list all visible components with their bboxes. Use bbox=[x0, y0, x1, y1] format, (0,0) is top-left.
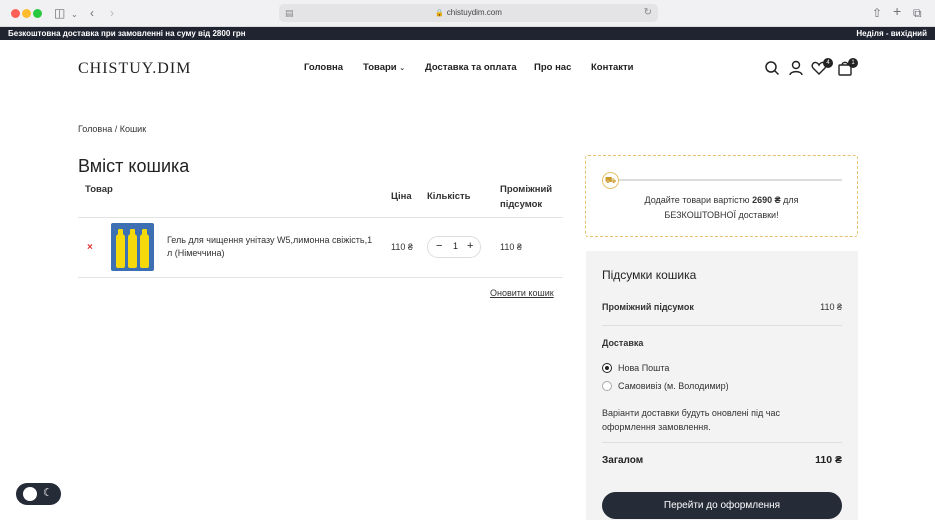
column-header-subtotal-line1: Проміжний bbox=[500, 184, 553, 195]
quantity-stepper[interactable]: − 1 + bbox=[427, 236, 481, 258]
promo-text: Безкоштовна доставка при замовленні на с… bbox=[8, 29, 246, 38]
announcement-bar: Безкоштовна доставка при замовленні на с… bbox=[0, 27, 935, 40]
update-cart-button[interactable]: Оновити кошик bbox=[490, 288, 554, 298]
column-header-product: Товар bbox=[85, 184, 113, 195]
option-label-pickup[interactable]: Самовивіз (м. Володимир) bbox=[618, 381, 729, 391]
bottle-shape bbox=[128, 229, 137, 268]
free-shipping-notice: ⛟ Додайте товари вартістю 2690 ₴ для БЕЗ… bbox=[585, 155, 858, 237]
schedule-text: Неділя - вихідний bbox=[856, 29, 927, 38]
item-subtotal: 110 ₴ bbox=[500, 242, 522, 252]
sidebar-icon[interactable]: ◫ bbox=[54, 5, 65, 21]
decrease-quantity-button[interactable]: − bbox=[436, 240, 442, 252]
nav-products[interactable]: Товари ⌄ bbox=[363, 62, 405, 73]
tabs-overview-icon[interactable]: ⧉ bbox=[913, 5, 922, 21]
wishlist-count-badge: 4 bbox=[823, 58, 833, 68]
breadcrumb: Головна / Кошик bbox=[78, 124, 147, 134]
free-shipping-progress-bar bbox=[608, 179, 842, 181]
dark-mode-toggle[interactable]: ☾ bbox=[16, 483, 61, 505]
bottle-shape bbox=[116, 229, 125, 268]
reload-icon[interactable]: ↻ bbox=[644, 4, 652, 22]
address-bar[interactable]: ▤ 🔒 chistuydim.com ↻ bbox=[279, 4, 658, 22]
zoom-window-button[interactable] bbox=[33, 9, 42, 18]
new-tab-icon[interactable]: + bbox=[893, 3, 901, 19]
shipping-line2: БЕЗКОШТОВНОЇ доставки! bbox=[664, 210, 779, 220]
shipping-amount: 2690 ₴ bbox=[752, 195, 781, 205]
option-label-nova-poshta[interactable]: Нова Пошта bbox=[618, 363, 669, 373]
remove-item-button[interactable]: × bbox=[87, 242, 93, 253]
totals-title: Підсумки кошика bbox=[602, 268, 697, 282]
toggle-knob bbox=[23, 487, 37, 501]
column-header-subtotal-line2: підсумок bbox=[500, 199, 543, 210]
free-shipping-text: Додайте товари вартістю 2690 ₴ для БЕЗКО… bbox=[586, 193, 857, 223]
close-window-button[interactable] bbox=[11, 9, 20, 18]
shipping-line1-prefix: Додайте товари вартістю bbox=[644, 195, 750, 205]
browser-toolbar: ◫ ⌄ ‹ › ▤ 🔒 chistuydim.com ↻ ⇧ + ⧉ bbox=[0, 0, 935, 27]
chevron-down-icon[interactable]: ⌄ bbox=[71, 7, 78, 23]
divider bbox=[602, 442, 842, 443]
page-icon: ▤ bbox=[285, 8, 294, 18]
delivery-truck-icon: ⛟ bbox=[602, 172, 619, 189]
nav-products-label: Товари bbox=[363, 62, 397, 73]
cart-count-badge: 1 bbox=[848, 58, 858, 68]
radio-pickup[interactable] bbox=[602, 381, 612, 391]
shipping-line1-suffix: для bbox=[783, 195, 799, 205]
lock-icon: 🔒 bbox=[435, 10, 444, 17]
chevron-down-icon: ⌄ bbox=[399, 65, 406, 72]
subtotal-label: Проміжний підсумок bbox=[602, 302, 694, 312]
nav-delivery[interactable]: Доставка та оплата bbox=[425, 62, 517, 73]
search-icon[interactable] bbox=[764, 60, 780, 76]
back-icon[interactable]: ‹ bbox=[90, 5, 94, 21]
cart-totals-panel: Підсумки кошика Проміжний підсумок 110 ₴… bbox=[586, 251, 858, 520]
site-logo[interactable]: CHISTUY.DIM bbox=[78, 60, 191, 78]
item-price: 110 ₴ bbox=[391, 242, 413, 252]
total-value: 110 ₴ bbox=[815, 454, 842, 466]
radio-nova-poshta[interactable] bbox=[602, 363, 612, 373]
subtotal-value: 110 ₴ bbox=[820, 302, 842, 312]
product-thumbnail[interactable] bbox=[111, 223, 154, 271]
increase-quantity-button[interactable]: + bbox=[467, 240, 473, 252]
share-icon[interactable]: ⇧ bbox=[872, 5, 882, 21]
user-icon[interactable] bbox=[788, 60, 804, 76]
nav-about[interactable]: Про нас bbox=[534, 62, 571, 73]
delivery-note: Варіанти доставки будуть оновлені під ча… bbox=[602, 408, 780, 432]
url-text: chistuydim.com bbox=[446, 8, 502, 17]
divider bbox=[78, 277, 563, 278]
divider bbox=[602, 325, 842, 326]
bottle-shape bbox=[140, 229, 149, 268]
column-header-quantity: Кількість bbox=[427, 191, 471, 202]
checkout-button[interactable]: Перейти до оформлення bbox=[602, 492, 842, 519]
moon-icon: ☾ bbox=[43, 487, 53, 499]
minimize-window-button[interactable] bbox=[22, 9, 31, 18]
delivery-label: Доставка bbox=[602, 338, 644, 348]
nav-contacts[interactable]: Контакти bbox=[591, 62, 634, 73]
quantity-value[interactable]: 1 bbox=[453, 241, 458, 251]
product-name-link[interactable]: Гель для чищення унітазу W5,лимонна свіж… bbox=[167, 234, 377, 260]
total-label: Загалом bbox=[602, 455, 644, 466]
nav-home[interactable]: Головна bbox=[304, 62, 343, 73]
page-title: Вміст кошика bbox=[78, 156, 190, 176]
column-header-subtotal: Проміжний підсумок bbox=[500, 182, 552, 212]
divider bbox=[78, 217, 563, 218]
forward-icon[interactable]: › bbox=[110, 5, 114, 21]
column-header-price: Ціна bbox=[391, 191, 412, 202]
